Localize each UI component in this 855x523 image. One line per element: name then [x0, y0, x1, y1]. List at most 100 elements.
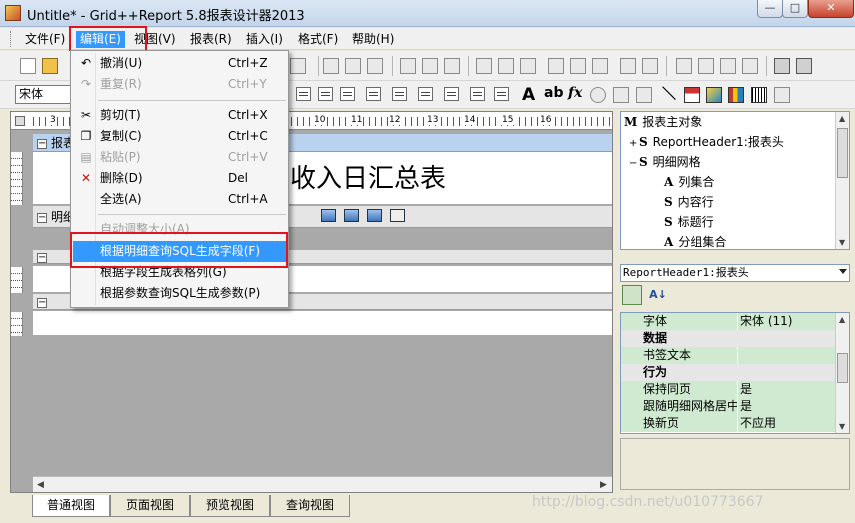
h-space-icon[interactable] [548, 58, 564, 74]
property-scrollbar[interactable]: ▲ ▼ [835, 313, 849, 433]
border-icon[interactable] [418, 87, 433, 101]
scroll-up-icon[interactable]: ▲ [839, 315, 845, 324]
tab-preview-view[interactable]: 预览视图 [190, 495, 270, 517]
property-value[interactable]: 是 [738, 398, 835, 415]
close-button[interactable]: ✕ [808, 0, 854, 18]
menu-cut[interactable]: ✂ 剪切(T) Ctrl+X [73, 105, 286, 126]
menu-redo[interactable]: ↷ 重复(R) Ctrl+Y [73, 74, 286, 95]
grid-tool-icon[interactable] [321, 209, 336, 222]
collapse-icon[interactable]: − [629, 154, 639, 174]
tab-page-view[interactable]: 页面视图 [110, 495, 190, 517]
insert-clock-icon[interactable] [590, 87, 606, 103]
menu-gen-fields-from-sql[interactable]: 根据明细查询SQL生成字段(F) [73, 241, 286, 262]
font-name-combo[interactable]: 宋体 [15, 85, 75, 104]
expand-icon[interactable]: + [629, 134, 639, 154]
menu-insert[interactable]: 插入(I) [242, 31, 287, 48]
tree-item[interactable]: A 列集合 [664, 172, 714, 192]
grid-tool-icon[interactable] [390, 209, 405, 222]
tree-item[interactable]: A 分组集合 [664, 232, 726, 249]
collapse-toggle[interactable]: − [37, 297, 47, 308]
border-icon[interactable] [296, 87, 311, 101]
align-middle-icon[interactable] [422, 58, 438, 74]
menu-gen-columns-from-fields[interactable]: 根据字段生成表格列(G) [73, 262, 286, 283]
align-left-icon[interactable] [323, 58, 339, 74]
border-icon[interactable] [494, 87, 509, 101]
horizontal-scrollbar[interactable]: ◀ ▶ [33, 476, 612, 492]
minimize-button[interactable]: — [757, 0, 783, 18]
bring-front-icon[interactable] [774, 58, 790, 74]
insert-memo-icon[interactable] [613, 87, 629, 103]
menu-gen-params-from-sql[interactable]: 根据参数查询SQL生成参数(P) [73, 283, 286, 304]
chevron-down-icon[interactable] [839, 269, 847, 274]
object-tree[interactable]: M 报表主对象 + S ReportHeader1:报表头 − S 明细网格 A 列集合 S… [620, 111, 850, 250]
scroll-thumb[interactable] [837, 128, 848, 178]
menu-auto-size[interactable]: 自动调整大小(A) [73, 219, 286, 240]
tree-item[interactable]: S 标题行 [664, 212, 714, 232]
sort-az-icon[interactable]: A↓ [648, 285, 668, 305]
insert-barcode-icon[interactable] [751, 87, 767, 103]
collapse-toggle[interactable]: − [37, 138, 47, 149]
same-width-icon[interactable] [476, 58, 492, 74]
insert-system-var-icon[interactable] [774, 87, 790, 103]
menu-report[interactable]: 报表(R) [186, 31, 236, 48]
property-object-select[interactable]: ReportHeader1:报表头 [620, 264, 850, 282]
insert-chart-icon[interactable] [728, 87, 744, 103]
menu-edit[interactable]: 编辑(E) [76, 31, 125, 48]
tree-item[interactable]: S 内容行 [664, 192, 714, 212]
grid-tool-icon[interactable] [344, 209, 359, 222]
collapse-toggle[interactable]: − [37, 252, 47, 263]
border-icon[interactable] [470, 87, 485, 101]
v-space-icon[interactable] [620, 58, 636, 74]
tab-query-view[interactable]: 查询视图 [270, 495, 350, 517]
menu-help[interactable]: 帮助(H) [348, 31, 398, 48]
property-category[interactable]: −行为 [621, 364, 835, 381]
same-size-icon[interactable] [520, 58, 536, 74]
insert-expression-icon[interactable]: fx [568, 85, 582, 101]
align-icon[interactable] [290, 58, 306, 74]
insert-picture-icon[interactable] [706, 87, 722, 103]
tree-item[interactable]: + S ReportHeader1:报表头 [629, 132, 784, 152]
tree-scrollbar[interactable]: ▲ ▼ [835, 112, 849, 249]
center-h-icon[interactable] [676, 58, 692, 74]
property-category[interactable]: −数据 [621, 330, 835, 347]
scroll-down-icon[interactable]: ▼ [839, 238, 845, 247]
scroll-right-icon[interactable]: ▶ [600, 480, 607, 490]
menu-format[interactable]: 格式(F) [294, 31, 342, 48]
grid-tool-icon[interactable] [367, 209, 382, 222]
border-icon[interactable] [444, 87, 459, 101]
report-title-text[interactable]: 收入日汇总表 [290, 158, 446, 195]
h-space-inc-icon[interactable] [570, 58, 586, 74]
property-grid[interactable]: 字体宋体 (11) −数据 书签文本 −行为 保持同页是 跟随明细网格居中是 换… [620, 312, 850, 434]
align-bottom-icon[interactable] [444, 58, 460, 74]
categorized-icon[interactable] [622, 285, 642, 305]
content-row-band[interactable] [33, 311, 612, 335]
menu-undo[interactable]: ↶ 撤消(U) Ctrl+Z [73, 53, 286, 74]
insert-label-icon[interactable]: A [522, 85, 535, 105]
open-icon[interactable] [42, 58, 58, 74]
border-icon[interactable] [318, 87, 333, 101]
property-value[interactable] [738, 347, 835, 364]
menu-select-all[interactable]: 全选(A) Ctrl+A [73, 189, 286, 210]
scroll-left-icon[interactable]: ◀ [37, 480, 44, 490]
menu-view[interactable]: 视图(V) [130, 31, 180, 48]
scroll-thumb[interactable] [837, 353, 848, 383]
scroll-up-icon[interactable]: ▲ [839, 114, 845, 123]
maximize-button[interactable]: □ [782, 0, 808, 18]
property-value[interactable]: 宋体 (11) [738, 313, 835, 330]
same-height-icon[interactable] [498, 58, 514, 74]
align-right-icon[interactable] [367, 58, 383, 74]
border-icon[interactable] [366, 87, 381, 101]
insert-textbox-icon[interactable]: ab [544, 85, 563, 101]
property-value[interactable]: 是 [738, 381, 835, 398]
center-v-icon[interactable] [698, 58, 714, 74]
send-back-icon[interactable] [796, 58, 812, 74]
property-row[interactable]: 保持同页是 [621, 381, 835, 398]
align-center-icon[interactable] [345, 58, 361, 74]
menu-copy[interactable]: ❐ 复制(C) Ctrl+C [73, 126, 286, 147]
property-row[interactable]: 换新页 不应用 [621, 415, 835, 432]
tree-item[interactable]: M 报表主对象 [624, 112, 702, 132]
h-space-dec-icon[interactable] [592, 58, 608, 74]
distribute-icon[interactable] [742, 58, 758, 74]
align-top-icon[interactable] [400, 58, 416, 74]
collapse-toggle[interactable]: − [37, 212, 47, 223]
